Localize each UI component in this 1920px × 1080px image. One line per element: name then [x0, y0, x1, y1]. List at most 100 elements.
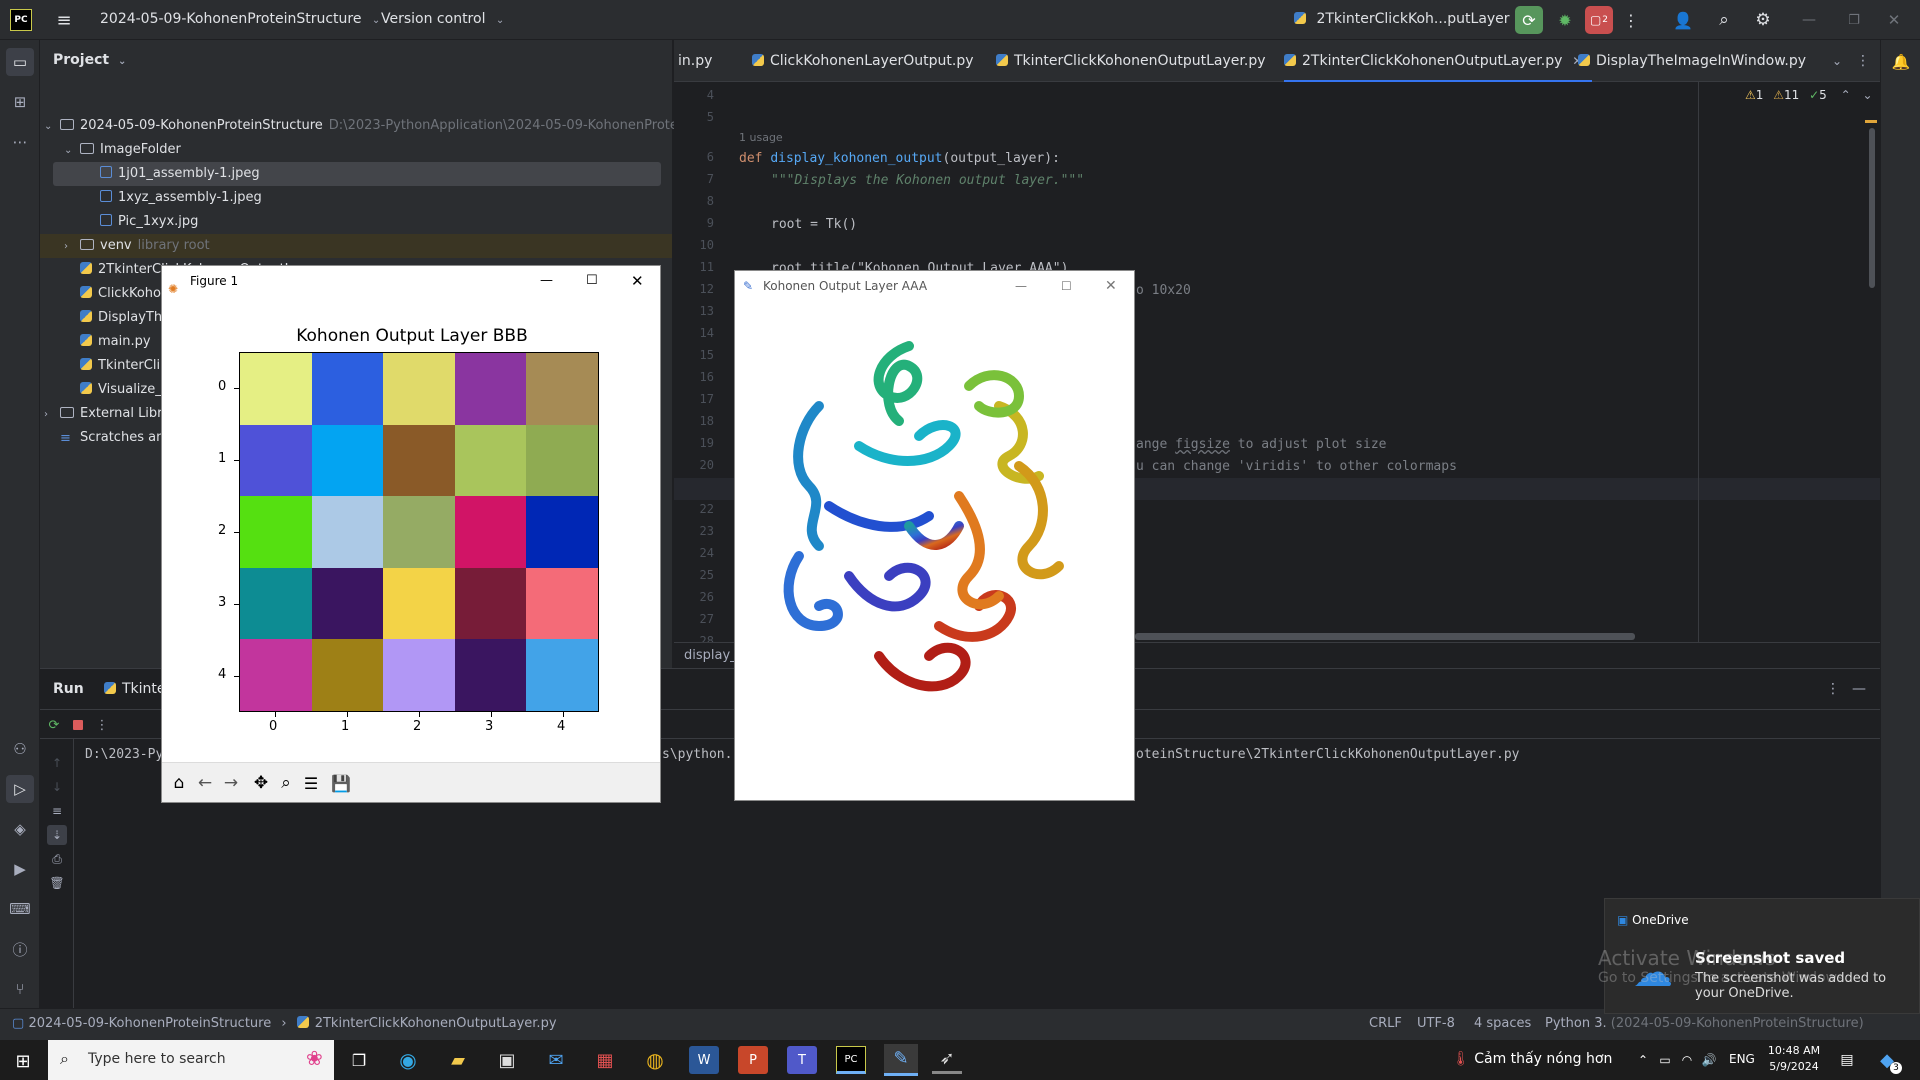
git-tool-icon[interactable]: ⑂ — [6, 975, 34, 1003]
chevron-right-icon[interactable]: › — [64, 235, 80, 259]
editor-tab[interactable]: DisplayTheImageInWindow.py — [1578, 40, 1806, 82]
tree-item[interactable]: 1j01_assembly-1.jpeg — [53, 162, 661, 186]
stop-button[interactable]: ▢ 2 — [1585, 6, 1613, 34]
pycharm-taskbar-icon[interactable]: PC — [836, 1046, 866, 1074]
tabs-dropdown-icon[interactable]: ⌄ — [1826, 50, 1848, 72]
editor-tab[interactable]: 2TkinterClickKohonenOutputLayer.py✕ — [1284, 40, 1593, 82]
tree-item[interactable]: Pic_1xyx.jpg — [40, 210, 672, 234]
maximize-button[interactable]: ☐ — [586, 266, 598, 296]
tray-device-icon[interactable]: ▭ — [1656, 1050, 1674, 1070]
gear-icon[interactable]: ⚙ — [1749, 6, 1777, 34]
home-icon[interactable]: ⌂ — [168, 772, 190, 794]
rerun-icon[interactable]: ⟳ — [44, 715, 64, 735]
chevron-down-icon[interactable]: ⌄ — [64, 139, 80, 163]
services-tool-icon[interactable]: ▶ — [6, 855, 34, 883]
soft-wrap-icon[interactable]: ≡ — [47, 801, 67, 821]
print-icon[interactable]: ⎙ — [47, 849, 67, 869]
run-config-selector[interactable]: 2TkinterClickKoh...putLayer ⌄ — [1294, 11, 1526, 27]
close-button[interactable]: ✕ — [1880, 6, 1908, 34]
python-feather-icon[interactable]: ✎ — [884, 1044, 918, 1076]
wifi-icon[interactable]: ◠ — [1678, 1050, 1696, 1070]
action-center-icon[interactable]: ▤ — [1834, 1048, 1860, 1072]
stop-icon[interactable] — [68, 715, 88, 735]
python-packages-icon[interactable]: ⚇ — [6, 735, 34, 763]
code-fragment-figsize[interactable]: ange figsize to adjust plot size — [1136, 437, 1386, 452]
save-icon[interactable]: 💾 — [330, 772, 352, 794]
app-icon[interactable]: ▦ — [590, 1046, 620, 1074]
terminal-tool-icon[interactable]: ⌨ — [6, 895, 34, 923]
run-tool-icon[interactable]: ▷ — [6, 775, 34, 803]
status-breadcrumb[interactable]: ▢ 2024-05-09-KohonenProteinStructure › 2… — [12, 1016, 557, 1031]
notifications-bell-icon[interactable]: 🔔 — [1887, 48, 1915, 76]
indent-setting[interactable]: 4 spaces — [1474, 1016, 1531, 1031]
restore-button[interactable]: ❐ — [1840, 6, 1868, 34]
kohonen-title-bar[interactable]: ✎ Kohonen Output Layer AAA — ☐ ✕ — [735, 271, 1134, 301]
problems-tool-icon[interactable]: ⓘ — [6, 935, 34, 963]
language-indicator[interactable]: ENG — [1729, 1052, 1755, 1066]
pan-icon[interactable]: ✥ — [250, 772, 272, 794]
run-tab[interactable]: Tkinte — [104, 681, 166, 697]
add-user-icon[interactable]: 👤 — [1669, 6, 1697, 34]
mail-icon[interactable]: ✉ — [541, 1046, 571, 1074]
debug-icon[interactable]: ✹ — [1551, 6, 1579, 34]
line-separator[interactable]: CRLF — [1369, 1016, 1402, 1031]
minimize-button[interactable]: — — [540, 266, 553, 296]
chevron-up-icon[interactable]: ⌃ — [1841, 88, 1851, 102]
chevron-right-icon[interactable]: › — [44, 403, 60, 427]
tree-item[interactable]: ⌄ 2024-05-09-KohonenProteinStructure D:\20… — [40, 114, 678, 139]
tree-item[interactable]: 1xyz_assembly-1.jpeg — [40, 186, 672, 210]
interpreter-selector[interactable]: Python 3. (2024-05-09-KohonenProteinStru… — [1545, 1016, 1864, 1031]
search-icon[interactable]: ⌕ — [1710, 6, 1738, 34]
powerpoint-icon[interactable]: P — [738, 1046, 768, 1074]
close-button[interactable]: ✕ — [1105, 271, 1117, 301]
chevron-down-icon[interactable]: ⌄ — [44, 115, 60, 139]
run-more-icon[interactable]: ⋮ — [92, 715, 112, 735]
project-tool-icon[interactable]: ▭ — [6, 48, 34, 76]
store-icon[interactable]: ▣ — [492, 1046, 522, 1074]
tabs-more-icon[interactable]: ⋮ — [1852, 50, 1874, 72]
editor-tab[interactable]: TkinterClickKohonenOutputLayer.py — [996, 40, 1266, 82]
scroll-to-end-icon[interactable]: ⇣ — [47, 825, 67, 845]
edge-icon[interactable]: ◉ — [393, 1046, 423, 1074]
horizontal-scrollbar[interactable] — [1135, 633, 1635, 640]
task-view-icon[interactable]: ❐ — [344, 1046, 374, 1074]
rerun-button[interactable]: ⟳ — [1515, 6, 1543, 34]
copilot-icon[interactable]: ◆ 3 — [1872, 1046, 1902, 1074]
run-panel-more-icon[interactable]: ⋮ — [1823, 679, 1843, 699]
structure-tool-icon[interactable]: ⊞ — [6, 88, 34, 116]
editor-tab[interactable]: ClickKohonenLayerOutput.py — [752, 40, 974, 82]
forward-arrow-icon[interactable]: → — [220, 772, 242, 794]
project-widget[interactable]: 2024-05-09-KohonenProteinStructure ⌄ — [100, 11, 380, 27]
code-line-9[interactable]: root = Tk() — [771, 217, 857, 232]
back-arrow-icon[interactable]: ← — [194, 772, 216, 794]
minimize-button[interactable]: — — [1795, 6, 1823, 34]
project-panel-header[interactable]: Project ⌄ — [53, 52, 126, 68]
usage-hint[interactable]: 1 usage — [739, 131, 783, 144]
inspection-widget[interactable]: ⚠1 ⚠11 ✓5 ⌃ ⌄ — [1745, 88, 1873, 102]
scroll-down-icon[interactable]: ↓ — [47, 777, 67, 797]
tree-item[interactable]: › venv library root — [40, 234, 672, 258]
vertical-scrollbar[interactable] — [1869, 128, 1875, 288]
code-fragment-viridis[interactable]: u can change 'viridis' to other colormap… — [1136, 459, 1457, 474]
hide-panel-icon[interactable]: — — [1849, 679, 1869, 699]
main-menu-icon[interactable]: ≡ — [52, 8, 76, 32]
pycharm-logo-icon[interactable]: PC — [10, 9, 32, 31]
tree-item[interactable]: ⌄ ImageFolder — [40, 138, 672, 162]
editor-tab[interactable]: in.py — [678, 40, 712, 82]
scroll-up-icon[interactable]: ↑ — [47, 753, 67, 773]
chevron-down-icon[interactable]: ⌄ — [1863, 88, 1873, 102]
configure-subplots-icon[interactable]: ☰ — [300, 772, 322, 794]
teams-icon[interactable]: T — [787, 1046, 817, 1074]
error-stripe-marker[interactable] — [1865, 120, 1877, 123]
figure-title-bar[interactable]: ✺ Figure 1 — ☐ ✕ — [162, 266, 660, 296]
taskbar-search-box[interactable]: ⌕ Type here to search ❀ — [48, 1040, 334, 1080]
tray-chevron-up-icon[interactable]: ⌃ — [1634, 1050, 1652, 1070]
file-explorer-icon[interactable]: ▰ — [443, 1046, 473, 1074]
code-fragment-size[interactable]: o 10x20 — [1136, 283, 1191, 298]
chrome-icon[interactable]: ◍ — [640, 1046, 670, 1074]
volume-icon[interactable]: 🔊 — [1700, 1050, 1718, 1070]
clock[interactable]: 10:48 AM 5/9/2024 — [1764, 1043, 1824, 1075]
file-encoding[interactable]: UTF-8 — [1417, 1016, 1455, 1031]
python-rocket-icon[interactable]: ➶ — [932, 1046, 962, 1074]
close-button[interactable]: ✕ — [631, 266, 644, 296]
